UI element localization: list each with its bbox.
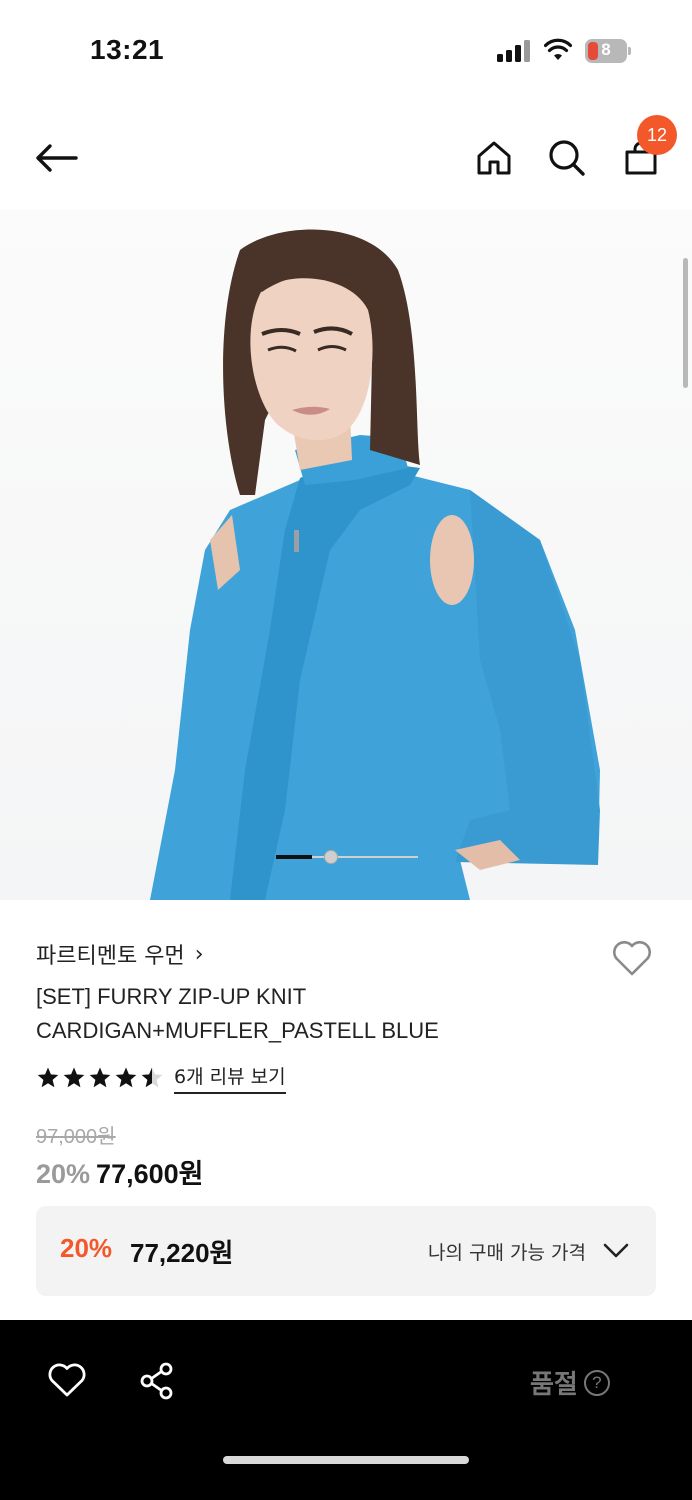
brand-link[interactable]: 파르티멘토 우먼 › <box>36 938 204 970</box>
price-row: 20% 77,600원 <box>36 1152 203 1191</box>
home-button[interactable] <box>472 136 516 180</box>
product-image-carousel[interactable] <box>0 210 692 900</box>
my-discount-rate: 20% <box>60 1233 113 1263</box>
help-icon[interactable]: ? <box>583 1369 610 1396</box>
back-arrow-icon <box>36 144 78 172</box>
battery-icon: 8 <box>585 39 631 63</box>
my-price: 77,220원 <box>130 1238 234 1268</box>
wishlist-button[interactable] <box>608 936 656 980</box>
top-navigation <box>0 110 692 206</box>
star-icon <box>89 1067 111 1088</box>
pager-active-segment <box>276 855 312 859</box>
chevron-right-icon: › <box>194 941 204 967</box>
bottom-wishlist-button[interactable] <box>44 1358 90 1402</box>
battery-level: 8 <box>601 40 611 59</box>
rating-row: 6개 리뷰 보기 <box>36 1062 286 1094</box>
image-scrollbar <box>683 258 688 388</box>
status-bar: 13:21 8 <box>0 0 692 100</box>
wifi-icon <box>544 38 572 60</box>
star-icon <box>141 1067 163 1088</box>
star-icon <box>63 1067 85 1088</box>
product-title-line: [SET] FURRY ZIP-UP KNIT <box>36 984 307 1009</box>
brand-name: 파르티멘토 우먼 <box>36 944 185 969</box>
star-rating <box>36 1066 164 1090</box>
sale-price: 77,600원 <box>96 1159 204 1189</box>
search-button[interactable] <box>544 136 590 180</box>
bottom-action-bar: 품절 ? <box>0 1320 692 1500</box>
heart-icon <box>613 941 651 976</box>
cellular-signal-icon <box>497 40 531 62</box>
status-time: 13:21 <box>90 34 165 65</box>
sold-out-label: 품절 <box>530 1370 578 1400</box>
share-button[interactable] <box>134 1358 180 1404</box>
original-price: 97,000원 <box>36 1126 116 1148</box>
back-button[interactable] <box>30 136 82 180</box>
star-icon <box>115 1067 137 1088</box>
share-icon <box>140 1362 173 1400</box>
discount-rate: 20% <box>36 1159 91 1189</box>
cart-count-badge: 12 <box>637 115 677 155</box>
home-icon <box>477 141 511 175</box>
product-title: [SET] FURRY ZIP-UP KNIT CARDIGAN+MUFFLER… <box>36 980 596 1048</box>
product-photo <box>150 229 600 900</box>
my-price-label: 나의 구매 가능 가격 <box>428 1242 586 1264</box>
home-indicator <box>223 1456 469 1464</box>
sold-out-status: 품절 ? <box>530 1364 610 1401</box>
product-title-line: CARDIGAN+MUFFLER_PASTELL BLUE <box>36 1018 439 1043</box>
chevron-down-icon <box>603 1243 629 1258</box>
my-price-dropdown[interactable]: 20% 77,220원 나의 구매 가능 가격 <box>36 1206 656 1296</box>
search-icon <box>549 140 585 176</box>
pager-thumb[interactable] <box>324 850 338 864</box>
review-link[interactable]: 6개 리뷰 보기 <box>174 1062 286 1094</box>
star-icon <box>37 1067 59 1088</box>
heart-icon <box>48 1363 86 1397</box>
image-pager[interactable] <box>276 850 418 864</box>
